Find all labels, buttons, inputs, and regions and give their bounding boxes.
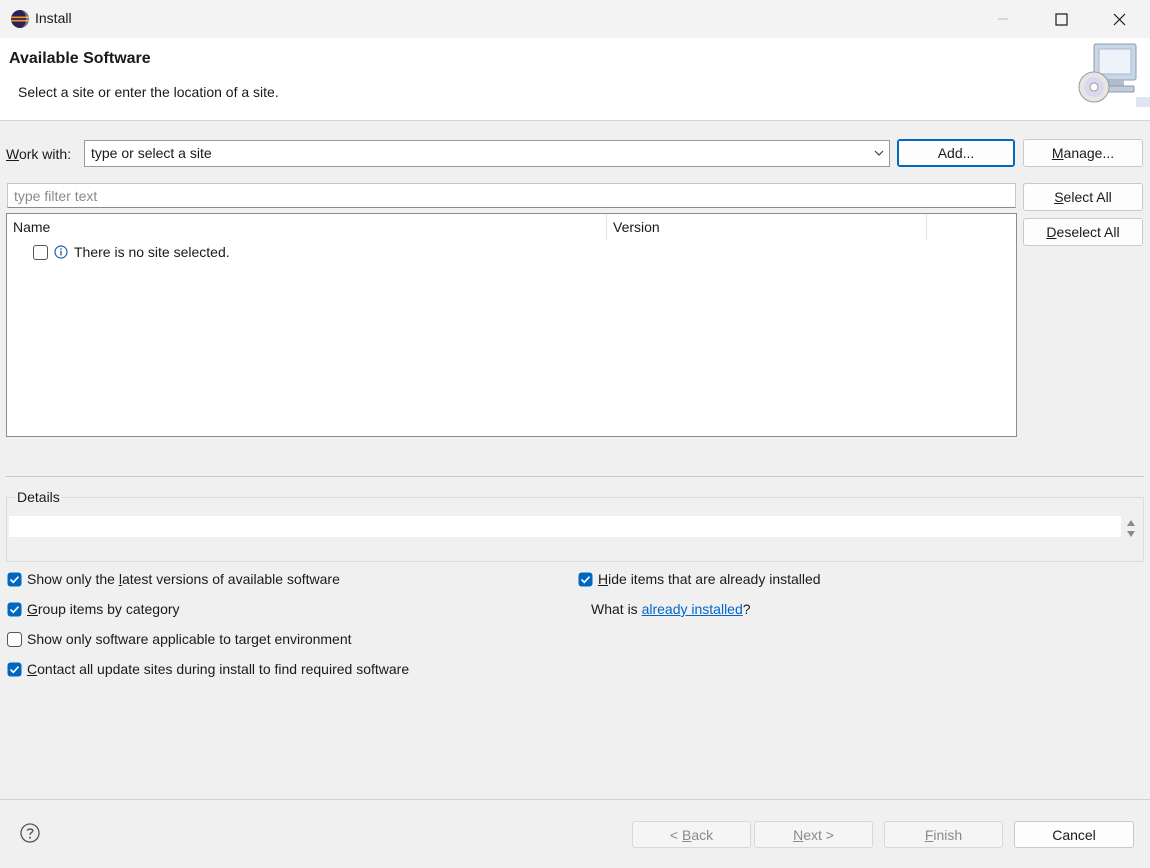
work-with-combo[interactable]: type or select a site [84,140,890,167]
header-banner: Available Software Select a site or ente… [0,38,1150,121]
option-hide-installed[interactable]: Hide items that are already installed [578,571,821,587]
install-software-icon [1078,43,1150,107]
mnemonic: N [793,826,804,843]
help-icon[interactable] [20,823,40,843]
row-name: There is no site selected. [74,244,230,260]
software-table[interactable]: Name Version There is no site selected. [6,213,1017,437]
filter-placeholder: type filter text [14,188,98,204]
option-group-by-category[interactable]: Group items by category [7,601,180,617]
add-label: Add... [937,145,975,161]
column-header-name[interactable]: Name [7,214,607,240]
already-installed-link[interactable]: already installed [642,601,743,617]
checkbox-checked[interactable] [7,572,22,587]
option-label: Show only software applicable to target … [27,631,352,647]
label-text: Show only the [27,571,119,587]
what-is-installed-text: What is already installed? [591,601,751,617]
checkbox-unchecked[interactable] [7,631,22,647]
manage-label: Manage... [1052,145,1114,161]
add-site-button[interactable]: Add... [897,139,1015,167]
mnemonic: W [6,146,19,162]
option-label: Show only the latest versions of availab… [27,571,340,587]
info-icon [54,245,68,259]
table-row[interactable]: There is no site selected. [33,244,230,260]
back-button[interactable]: < Back [632,821,751,848]
label-text: What is [591,601,642,617]
option-latest-versions[interactable]: Show only the latest versions of availab… [7,571,340,587]
option-label: Contact all update sites during install … [27,661,409,677]
label-text: ontact all update sites during install t… [37,661,410,677]
mnemonic: H [598,571,609,587]
footer-separator [0,799,1150,800]
back-label: < Back [670,827,713,843]
select-all-button[interactable]: Select All [1023,183,1143,211]
label-text: ack [691,826,714,843]
option-label: Hide items that are already installed [598,571,821,587]
chevron-down-icon[interactable] [873,147,885,159]
minimize-icon [998,18,1008,20]
eclipse-app-icon [11,10,29,28]
mnemonic: M [1051,145,1064,161]
mnemonic: B [681,826,692,843]
label-text: roup items by category [37,601,180,617]
work-with-value: type or select a site [91,145,212,161]
label-text: anage... [1063,145,1115,161]
label-text: ? [742,601,751,617]
checkbox-checked[interactable] [7,602,22,617]
maximize-button[interactable] [1032,0,1090,38]
label-text: elect All [1063,189,1112,205]
cancel-label: Cancel [1052,826,1096,843]
manage-sites-button[interactable]: Manage... [1023,139,1143,167]
maximize-icon [1054,12,1068,26]
label-text: < [669,826,682,843]
page-title: Available Software [9,50,151,67]
mnemonic: C [27,661,38,677]
select-all-label: Select All [1054,189,1112,205]
work-with-label: Work with: [6,146,71,162]
label-text: eselect All [1056,224,1120,240]
close-window-button[interactable] [1090,0,1148,38]
filter-input[interactable]: type filter text [7,183,1016,208]
option-contact-update-sites[interactable]: Contact all update sites during install … [7,661,409,677]
deselect-all-button[interactable]: Deselect All [1023,218,1143,246]
finish-label: Finish [925,827,962,843]
separator [6,476,1144,477]
mnemonic: D [1046,224,1057,240]
deselect-all-label: Deselect All [1046,224,1119,240]
next-label: Next > [793,827,834,843]
checkbox-checked[interactable] [578,572,593,587]
label-text: inish [933,826,963,843]
mnemonic: G [27,601,38,617]
page-subtitle: Select a site or enter the location of a… [18,84,279,100]
mnemonic: S [1054,189,1064,205]
window-title: Install [35,10,72,26]
close-icon [1113,13,1125,25]
column-header-version[interactable]: Version [607,214,927,240]
label-text: atest versions of available software [121,571,340,587]
next-button[interactable]: Next > [754,821,873,848]
row-checkbox[interactable] [33,244,48,260]
label-text: ide items that are already installed [608,571,821,587]
details-label: Details [15,489,62,505]
spinner-arrows-icon[interactable] [1125,519,1137,539]
minimize-button[interactable] [974,0,1032,38]
label-text: ork with: [18,146,72,162]
option-label: Group items by category [27,601,180,617]
details-text-area[interactable] [9,516,1121,537]
cancel-button[interactable]: Cancel [1014,821,1134,848]
label-text: ext > [803,826,834,843]
option-applicable-only[interactable]: Show only software applicable to target … [7,631,352,647]
finish-button[interactable]: Finish [884,821,1003,848]
checkbox-checked[interactable] [7,662,22,677]
